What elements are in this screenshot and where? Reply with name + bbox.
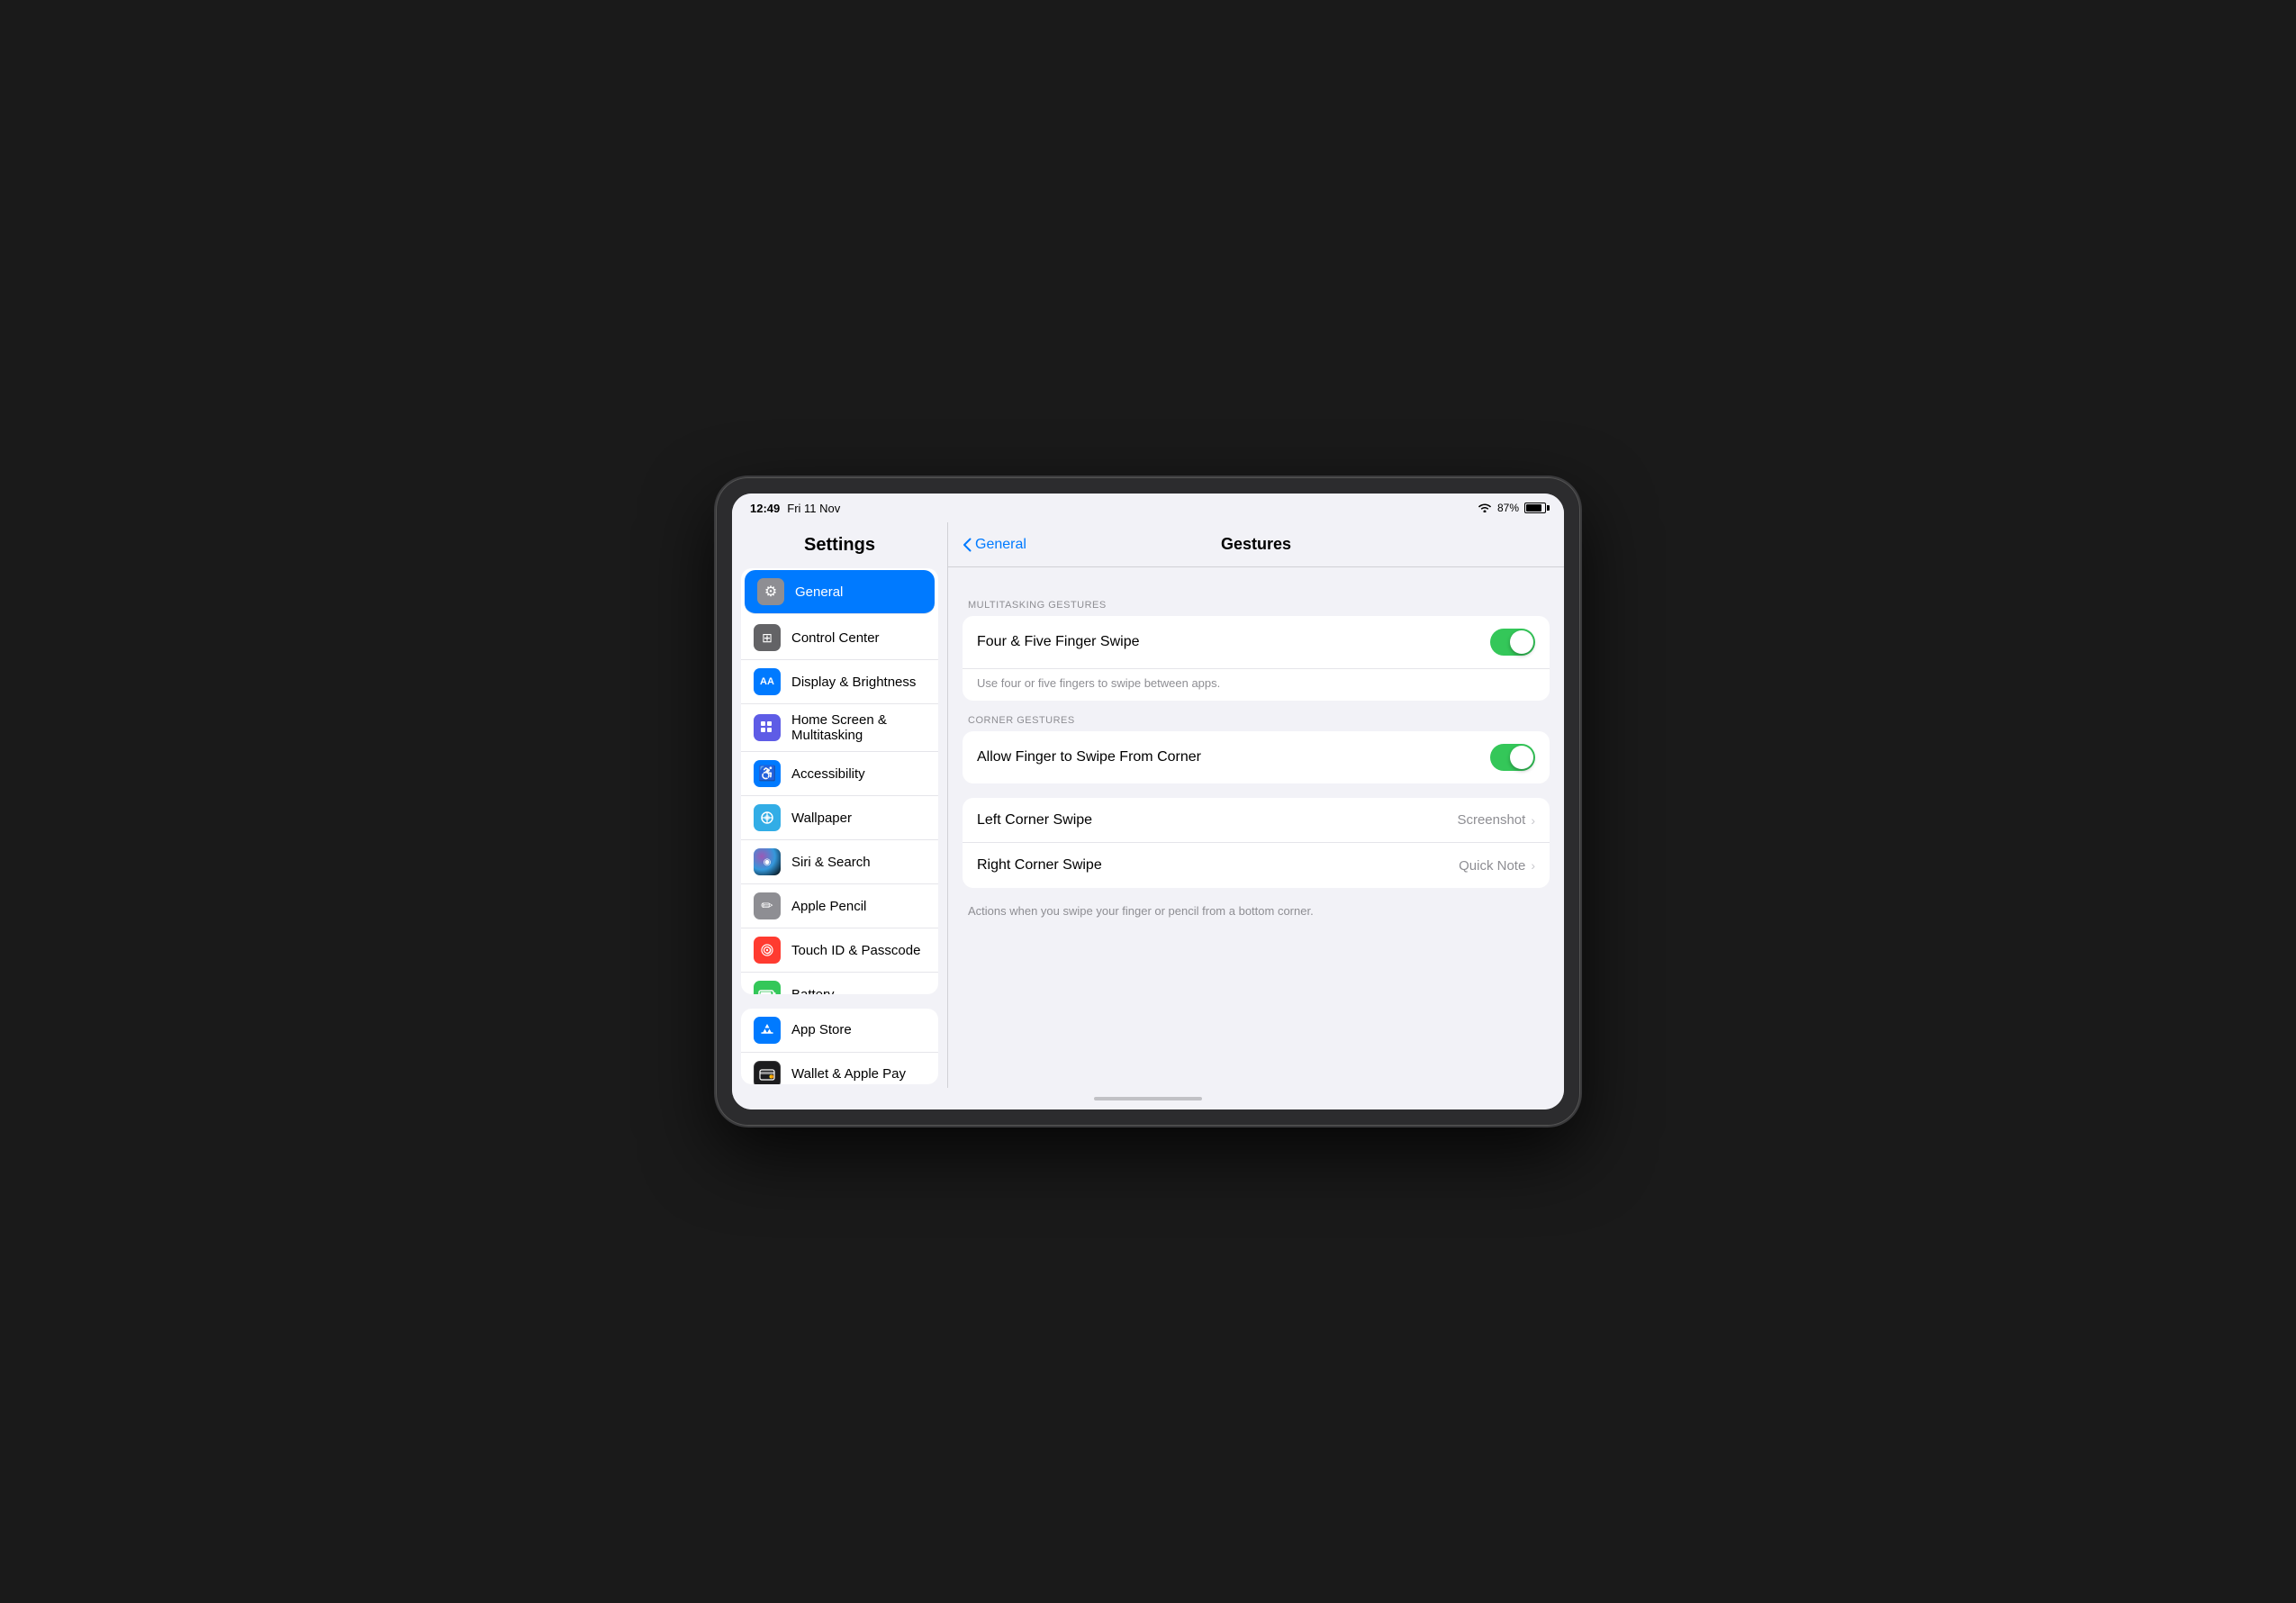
sidebar-item-siri[interactable]: ◉ Siri & Search: [741, 840, 938, 884]
sidebar-item-label: General: [795, 584, 843, 600]
status-bar: 12:49 Fri 11 Nov 87%: [732, 494, 1564, 522]
sidebar-item-label: Touch ID & Passcode: [791, 943, 920, 958]
wallet-icon: [754, 1061, 781, 1084]
battery-percentage: 87%: [1497, 502, 1519, 514]
four-five-finger-description: Use four or five fingers to swipe betwee…: [963, 669, 1550, 701]
left-corner-swipe-text: Screenshot: [1457, 812, 1525, 828]
allow-finger-swipe-label: Allow Finger to Swipe From Corner: [977, 749, 1201, 765]
display-icon: AA: [754, 668, 781, 695]
siri-icon: ◉: [754, 848, 781, 875]
sidebar-item-pencil[interactable]: ✏ Apple Pencil: [741, 884, 938, 928]
section-header-multitasking: MULTITASKING GESTURES: [963, 600, 1550, 616]
content-body: MULTITASKING GESTURES Four & Five Finger…: [948, 567, 1564, 950]
content-area: General Gestures MULTITASKING GESTURES F…: [948, 522, 1564, 1088]
battery-settings-icon: [754, 981, 781, 994]
left-corner-swipe-value: Screenshot ›: [1457, 812, 1535, 828]
sidebar-item-label: Siri & Search: [791, 855, 871, 870]
four-five-finger-toggle[interactable]: [1490, 629, 1535, 656]
status-indicators: 87%: [1478, 502, 1546, 515]
sidebar-item-display[interactable]: AA Display & Brightness: [741, 660, 938, 704]
sidebar-item-accessibility[interactable]: ♿ Accessibility: [741, 752, 938, 796]
home-indicator-bar: [1094, 1097, 1202, 1100]
section-header-corner: CORNER GESTURES: [963, 715, 1550, 731]
multitasking-gestures-group: Four & Five Finger Swipe Use four or fiv…: [963, 616, 1550, 701]
sidebar-item-battery[interactable]: Battery: [741, 973, 938, 994]
back-button[interactable]: General: [963, 537, 1026, 553]
allow-finger-swipe-toggle[interactable]: [1490, 744, 1535, 771]
status-date: Fri 11 Nov: [787, 502, 840, 515]
sidebar-item-wallpaper[interactable]: Wallpaper: [741, 796, 938, 840]
sidebar-item-label: Display & Brightness: [791, 675, 916, 690]
allow-finger-swipe-row: Allow Finger to Swipe From Corner: [963, 731, 1550, 783]
touchid-icon: [754, 937, 781, 964]
appstore-icon: [754, 1017, 781, 1044]
four-five-finger-row: Four & Five Finger Swipe: [963, 616, 1550, 669]
sidebar-item-homescreen[interactable]: Home Screen & Multitasking: [741, 704, 938, 752]
toggle-knob: [1510, 630, 1533, 654]
right-corner-swipe-row[interactable]: Right Corner Swipe Quick Note ›: [963, 843, 1550, 888]
sidebar-item-touchid[interactable]: Touch ID & Passcode: [741, 928, 938, 973]
sidebar-item-label: Accessibility: [791, 766, 865, 782]
corner-gestures-group: Allow Finger to Swipe From Corner: [963, 731, 1550, 783]
sidebar-item-label: Apple Pencil: [791, 899, 866, 914]
sidebar-item-label: Home Screen & Multitasking: [791, 712, 926, 743]
chevron-right-icon: ›: [1531, 813, 1535, 828]
battery-icon: [1524, 503, 1546, 513]
wifi-icon: [1478, 502, 1492, 515]
ipad-screen: 12:49 Fri 11 Nov 87%: [732, 494, 1564, 1109]
control-center-icon: ⊞: [754, 624, 781, 651]
battery-fill: [1526, 504, 1541, 512]
homescreen-icon: [754, 714, 781, 741]
sidebar-item-appstore[interactable]: App Store: [741, 1009, 938, 1053]
sidebar-item-general[interactable]: ⚙ General: [745, 570, 935, 614]
left-corner-swipe-label: Left Corner Swipe: [977, 812, 1092, 829]
corner-swipe-options-group: Left Corner Swipe Screenshot › Right Cor…: [963, 798, 1550, 888]
content-header: General Gestures: [948, 522, 1564, 567]
general-icon: ⚙: [757, 578, 784, 605]
sidebar-item-label: Battery: [791, 987, 835, 994]
ipad-frame: 12:49 Fri 11 Nov 87%: [716, 477, 1580, 1126]
sidebar-item-control-center[interactable]: ⊞ Control Center: [741, 616, 938, 660]
accessibility-icon: ♿: [754, 760, 781, 787]
home-indicator: [732, 1088, 1564, 1109]
sidebar-item-label: Control Center: [791, 630, 880, 646]
corner-swipe-footer: Actions when you swipe your finger or pe…: [963, 897, 1550, 932]
left-corner-swipe-row[interactable]: Left Corner Swipe Screenshot ›: [963, 798, 1550, 843]
status-time: 12:49: [750, 502, 780, 515]
main-layout: Settings ⚙ General ⊞ C: [732, 522, 1564, 1088]
sidebar-item-label: Wallet & Apple Pay: [791, 1066, 906, 1082]
sidebar-item-label: App Store: [791, 1022, 852, 1037]
sidebar: Settings ⚙ General ⊞ C: [732, 522, 948, 1088]
back-label: General: [975, 537, 1026, 553]
four-five-finger-label: Four & Five Finger Swipe: [977, 634, 1140, 650]
toggle-knob: [1510, 746, 1533, 769]
chevron-right-icon: ›: [1531, 858, 1535, 873]
right-corner-swipe-value: Quick Note ›: [1459, 858, 1535, 874]
right-corner-swipe-label: Right Corner Swipe: [977, 857, 1102, 874]
sidebar-section-1: ⚙ General ⊞ Control Center AA: [741, 568, 938, 994]
page-title: Gestures: [1221, 535, 1291, 554]
sidebar-title: Settings: [732, 522, 947, 565]
sidebar-item-wallet[interactable]: Wallet & Apple Pay: [741, 1053, 938, 1084]
wallpaper-icon: [754, 804, 781, 831]
sidebar-item-label: Wallpaper: [791, 811, 852, 826]
sidebar-section-2: App Store Wallet & Apple Pay: [741, 1009, 938, 1084]
pencil-icon: ✏: [754, 892, 781, 919]
right-corner-swipe-text: Quick Note: [1459, 858, 1525, 874]
